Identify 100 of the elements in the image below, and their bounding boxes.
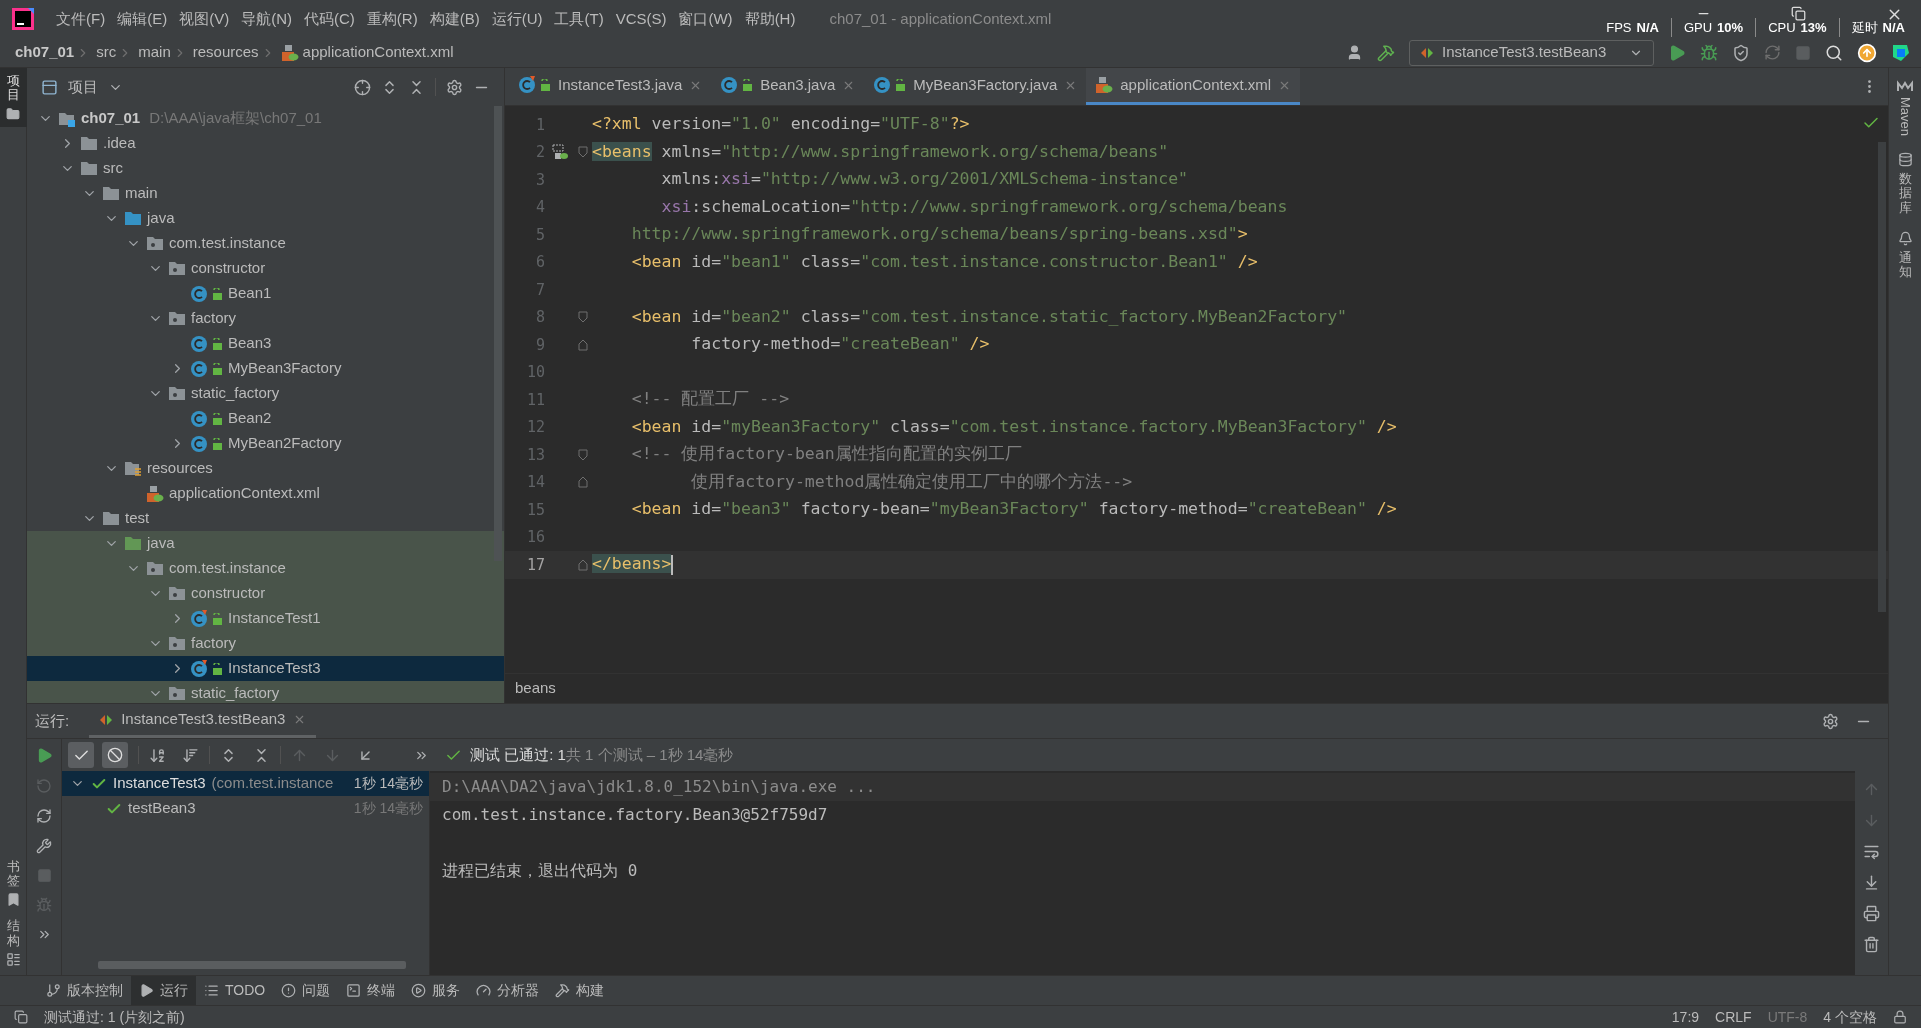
print-icon[interactable] — [1863, 905, 1880, 922]
editor-tab[interactable]: InstanceTest3.java — [509, 68, 712, 105]
tree-item[interactable]: ch07_01 D:\AAA\java框架\ch07_01 — [27, 106, 504, 131]
menu-item[interactable]: 视图(V) — [173, 7, 236, 31]
breadcrumb-item[interactable]: beans — [515, 677, 556, 700]
menu-item[interactable]: 构建(B) — [423, 7, 486, 31]
hammer-icon[interactable] — [1377, 43, 1395, 62]
tool-tab[interactable]: 通知 — [1898, 250, 1912, 280]
run-icon[interactable] — [1668, 43, 1686, 62]
show-ignored-toggle[interactable] — [102, 742, 128, 768]
tool-window-tab[interactable]: 分析器 — [468, 976, 548, 1005]
project-tool-tab[interactable]: 项目 — [0, 68, 27, 127]
tree-item[interactable]: Bean2 — [27, 406, 504, 431]
coverage-icon[interactable] — [1732, 43, 1750, 62]
tree-item[interactable]: static_factory — [27, 381, 504, 406]
tool-tab[interactable]: Maven — [1895, 97, 1915, 137]
tree-item[interactable]: com.test.instance — [27, 231, 504, 256]
fold-icon[interactable] — [578, 476, 588, 489]
tool-tab[interactable]: 结构 — [6, 919, 20, 948]
test-tree-item[interactable]: testBean3 1秒 14毫秒 — [62, 796, 429, 821]
caret-position[interactable]: 17:9 — [1671, 1006, 1700, 1028]
tree-item[interactable]: InstanceTest3 — [27, 656, 504, 681]
tree-item[interactable]: MyBean3Factory — [27, 356, 504, 381]
tree-item[interactable]: Bean1 — [27, 281, 504, 306]
menu-item[interactable]: 代码(C) — [298, 7, 361, 31]
tree-item[interactable]: InstanceTest1 — [27, 606, 504, 631]
run-config-dropdown[interactable]: InstanceTest3.testBean3 — [1409, 39, 1654, 66]
tool-tab[interactable]: 数据库 — [1898, 172, 1912, 215]
settings-icon[interactable] — [1822, 712, 1839, 730]
tree-item[interactable]: resources — [27, 456, 504, 481]
restore-icon[interactable] — [1791, 6, 1806, 21]
tool-window-tab[interactable]: 版本控制 — [38, 976, 131, 1005]
debug-icon[interactable] — [1700, 43, 1718, 62]
wrench-icon[interactable] — [36, 838, 52, 854]
fold-icon[interactable] — [578, 448, 588, 461]
locate-icon[interactable] — [354, 78, 371, 96]
tool-window-tab[interactable]: 运行 — [131, 976, 196, 1005]
menu-item[interactable]: 编辑(E) — [111, 7, 174, 31]
toolbox-icon[interactable] — [1891, 42, 1911, 63]
tool-window-tab[interactable]: TODO — [196, 976, 274, 1005]
tree-item[interactable]: constructor — [27, 256, 504, 281]
tool-window-tab[interactable]: 构建 — [547, 976, 613, 1005]
tree-item[interactable]: constructor — [27, 581, 504, 606]
sort-alpha-icon[interactable] — [149, 746, 166, 764]
fold-icon[interactable] — [578, 338, 588, 351]
search-icon[interactable] — [1825, 43, 1843, 62]
user-icon[interactable] — [1346, 44, 1363, 61]
menu-item[interactable]: 文件(F) — [50, 7, 112, 31]
spring-bean-icon[interactable] — [552, 144, 568, 161]
tree-item[interactable]: java — [27, 206, 504, 231]
editor-tab[interactable]: applicationContext.xml — [1086, 68, 1301, 105]
menu-item[interactable]: 重构(R) — [360, 7, 424, 31]
breadcrumb-item[interactable]: ch07_01 — [15, 41, 75, 64]
fold-icon[interactable] — [578, 146, 588, 159]
tool-window-tab[interactable]: 问题 — [273, 976, 339, 1005]
tool-window-tab[interactable]: 服务 — [403, 976, 469, 1005]
scroll-to-end-icon[interactable] — [1863, 874, 1880, 891]
tree-item[interactable]: java — [27, 531, 504, 556]
sort-duration-icon[interactable] — [182, 746, 199, 764]
tree-item[interactable]: main — [27, 181, 504, 206]
test-tree-item[interactable]: InstanceTest3 (com.test.instance 1秒 14毫秒 — [62, 771, 429, 796]
indent-setting[interactable]: 4 个空格 — [1823, 1006, 1877, 1028]
menu-item[interactable]: 窗口(W) — [672, 7, 739, 31]
tool-window-tab[interactable]: 终端 — [338, 976, 404, 1005]
tree-item[interactable]: factory — [27, 631, 504, 656]
tool-tab[interactable]: 书签 — [6, 859, 20, 889]
tree-item[interactable]: src — [27, 156, 504, 181]
editor-tab[interactable]: MyBean3Factory.java — [864, 68, 1087, 105]
app-logo-icon[interactable] — [12, 8, 34, 30]
soft-wrap-icon[interactable] — [1863, 843, 1880, 860]
run-tab[interactable]: InstanceTest3.testBean3 — [89, 704, 317, 738]
breadcrumb-item[interactable]: applicationContext.xml — [302, 41, 454, 64]
scrollbar-thumb[interactable] — [98, 961, 406, 969]
breadcrumb-item[interactable]: resources — [192, 41, 259, 64]
menu-item[interactable]: 运行(U) — [485, 7, 549, 31]
tree-item[interactable]: Bean3 — [27, 331, 504, 356]
breadcrumb-item[interactable]: main — [138, 41, 171, 64]
lock-icon[interactable] — [1893, 1010, 1907, 1024]
settings-icon[interactable] — [446, 78, 463, 96]
tree-item[interactable]: com.test.instance — [27, 556, 504, 581]
panels-icon[interactable] — [14, 1010, 28, 1024]
menu-item[interactable]: 工具(T) — [548, 7, 610, 31]
menu-item[interactable]: 导航(N) — [235, 7, 298, 31]
tree-item[interactable]: test — [27, 506, 504, 531]
trash-icon[interactable] — [1863, 936, 1880, 953]
update-icon[interactable] — [1857, 42, 1877, 63]
editor-tab[interactable]: Bean3.java — [711, 68, 865, 105]
menu-item[interactable]: 帮助(H) — [738, 7, 802, 31]
auto-rerun-icon[interactable] — [36, 808, 52, 824]
tree-item[interactable]: MyBean2Factory — [27, 431, 504, 456]
tree-item[interactable]: factory — [27, 306, 504, 331]
fold-icon[interactable] — [578, 558, 588, 571]
tree-item[interactable]: applicationContext.xml — [27, 481, 504, 506]
menu-item[interactable]: VCS(S) — [609, 7, 673, 31]
tree-item[interactable]: static_factory — [27, 681, 504, 703]
line-ending[interactable]: CRLF — [1715, 1006, 1752, 1028]
breadcrumb-item[interactable]: src — [96, 41, 117, 64]
tree-item[interactable]: .idea — [27, 131, 504, 156]
fold-icon[interactable] — [578, 311, 588, 324]
show-passed-toggle[interactable] — [68, 742, 94, 768]
